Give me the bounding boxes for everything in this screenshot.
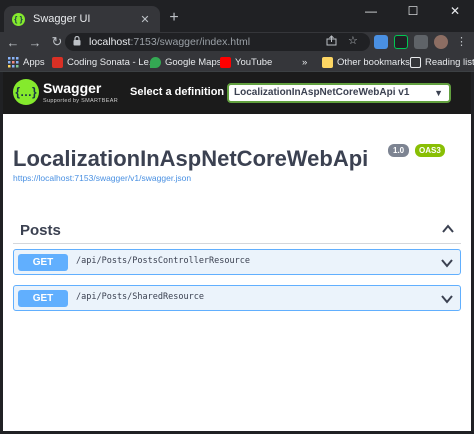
operation-path: /api/Posts/SharedResource bbox=[76, 292, 204, 302]
spec-url-link[interactable]: https://localhost:7153/swagger/v1/swagge… bbox=[13, 173, 191, 183]
maximize-icon[interactable]: ☐ bbox=[398, 2, 428, 20]
apps-grid-icon bbox=[8, 56, 19, 68]
browser-tab[interactable]: { } Swagger UI ✕ bbox=[4, 6, 160, 32]
method-badge: GET bbox=[18, 254, 68, 271]
bookmark-star-icon[interactable]: ☆ bbox=[348, 34, 358, 47]
map-pin-icon bbox=[150, 56, 161, 68]
reading-list-icon bbox=[410, 56, 421, 68]
extension-icon[interactable] bbox=[374, 35, 388, 49]
minimize-icon[interactable]: — bbox=[356, 2, 386, 20]
select-definition-label: Select a definition bbox=[130, 86, 225, 98]
folder-icon bbox=[322, 56, 333, 68]
reading-list[interactable]: Reading list bbox=[410, 55, 474, 69]
other-bookmarks-label: Other bookmarks bbox=[337, 56, 410, 68]
swagger-topbar: {…} Swagger Supported by SMARTBEAR Selec… bbox=[3, 72, 471, 114]
apps-bookmark[interactable]: Apps bbox=[8, 55, 45, 69]
other-bookmarks[interactable]: Other bookmarks bbox=[322, 55, 410, 69]
extensions-puzzle-icon[interactable] bbox=[414, 35, 428, 49]
bookmark-label: Google Maps bbox=[165, 56, 222, 68]
swagger-favicon-icon: { } bbox=[12, 12, 25, 26]
tag-name: Posts bbox=[20, 222, 61, 239]
close-tab-icon[interactable]: ✕ bbox=[138, 13, 152, 26]
url-host: localhost bbox=[89, 36, 131, 48]
forward-icon[interactable]: → bbox=[24, 35, 46, 50]
bookmark-label: YouTube bbox=[235, 56, 273, 68]
extension-icon[interactable] bbox=[394, 35, 408, 49]
operation-get-posts-controller-resource[interactable]: GET /api/Posts/PostsControllerResource bbox=[13, 249, 461, 275]
bookmark-label: Coding Sonata - Le... bbox=[67, 56, 157, 68]
version-badge: 1.0 bbox=[388, 144, 410, 157]
browser-window: { } Swagger UI ✕ + — ☐ ✕ ← → ↻ localhost… bbox=[0, 0, 474, 434]
url-path: :7153/swagger/index.html bbox=[130, 36, 251, 48]
swagger-logo-subtitle: Supported by SMARTBEAR bbox=[43, 98, 118, 104]
chevron-down-icon[interactable] bbox=[440, 256, 454, 270]
operation-get-shared-resource[interactable]: GET /api/Posts/SharedResource bbox=[13, 285, 461, 311]
api-title: LocalizationInAspNetCoreWebApi bbox=[13, 146, 369, 171]
bookmark-coding-sonata[interactable]: Coding Sonata - Le... bbox=[52, 55, 157, 69]
operation-path: /api/Posts/PostsControllerResource bbox=[76, 256, 250, 266]
share-icon[interactable] bbox=[326, 35, 337, 49]
method-badge: GET bbox=[18, 290, 68, 307]
apps-label: Apps bbox=[23, 56, 45, 68]
profile-avatar[interactable] bbox=[434, 35, 448, 49]
close-window-icon[interactable]: ✕ bbox=[440, 2, 470, 20]
new-tab-icon[interactable]: + bbox=[165, 9, 183, 27]
bookmark-youtube[interactable]: YouTube bbox=[220, 55, 272, 69]
lock-icon[interactable] bbox=[73, 35, 83, 48]
url-text: localhost:7153/swagger/index.html bbox=[89, 36, 250, 48]
more-menu-icon[interactable]: ⋮ bbox=[456, 35, 467, 48]
bookmarks-overflow[interactable]: » bbox=[302, 55, 307, 69]
reading-list-label: Reading list bbox=[425, 56, 474, 68]
bookmarks-bar: Apps Coding Sonata - Le... Google Maps Y… bbox=[0, 52, 474, 72]
definition-select[interactable]: LocalizationInAspNetCoreWebApi v1 ▼ bbox=[227, 83, 451, 103]
back-icon[interactable]: ← bbox=[2, 35, 24, 50]
coding-sonata-icon bbox=[52, 56, 63, 68]
chevron-down-icon: ▼ bbox=[434, 88, 443, 98]
oas-badge: OAS3 bbox=[415, 144, 445, 157]
tag-section-posts[interactable]: Posts bbox=[13, 218, 461, 244]
swagger-logo-icon[interactable]: {…} bbox=[13, 79, 39, 105]
tab-title: Swagger UI bbox=[33, 13, 91, 25]
youtube-icon bbox=[220, 56, 231, 68]
selected-definition: LocalizationInAspNetCoreWebApi v1 bbox=[234, 87, 410, 98]
address-bar[interactable]: localhost:7153/swagger/index.html ☆ bbox=[65, 33, 370, 51]
tab-bar: { } Swagger UI ✕ + — ☐ ✕ bbox=[0, 0, 474, 32]
swagger-logo-text: Swagger bbox=[43, 80, 102, 96]
chevron-up-icon[interactable] bbox=[441, 222, 455, 236]
swagger-content: LocalizationInAspNetCoreWebApi 1.0 OAS3 … bbox=[3, 114, 471, 431]
chevron-down-icon[interactable] bbox=[440, 292, 454, 306]
bookmark-google-maps[interactable]: Google Maps bbox=[150, 55, 222, 69]
